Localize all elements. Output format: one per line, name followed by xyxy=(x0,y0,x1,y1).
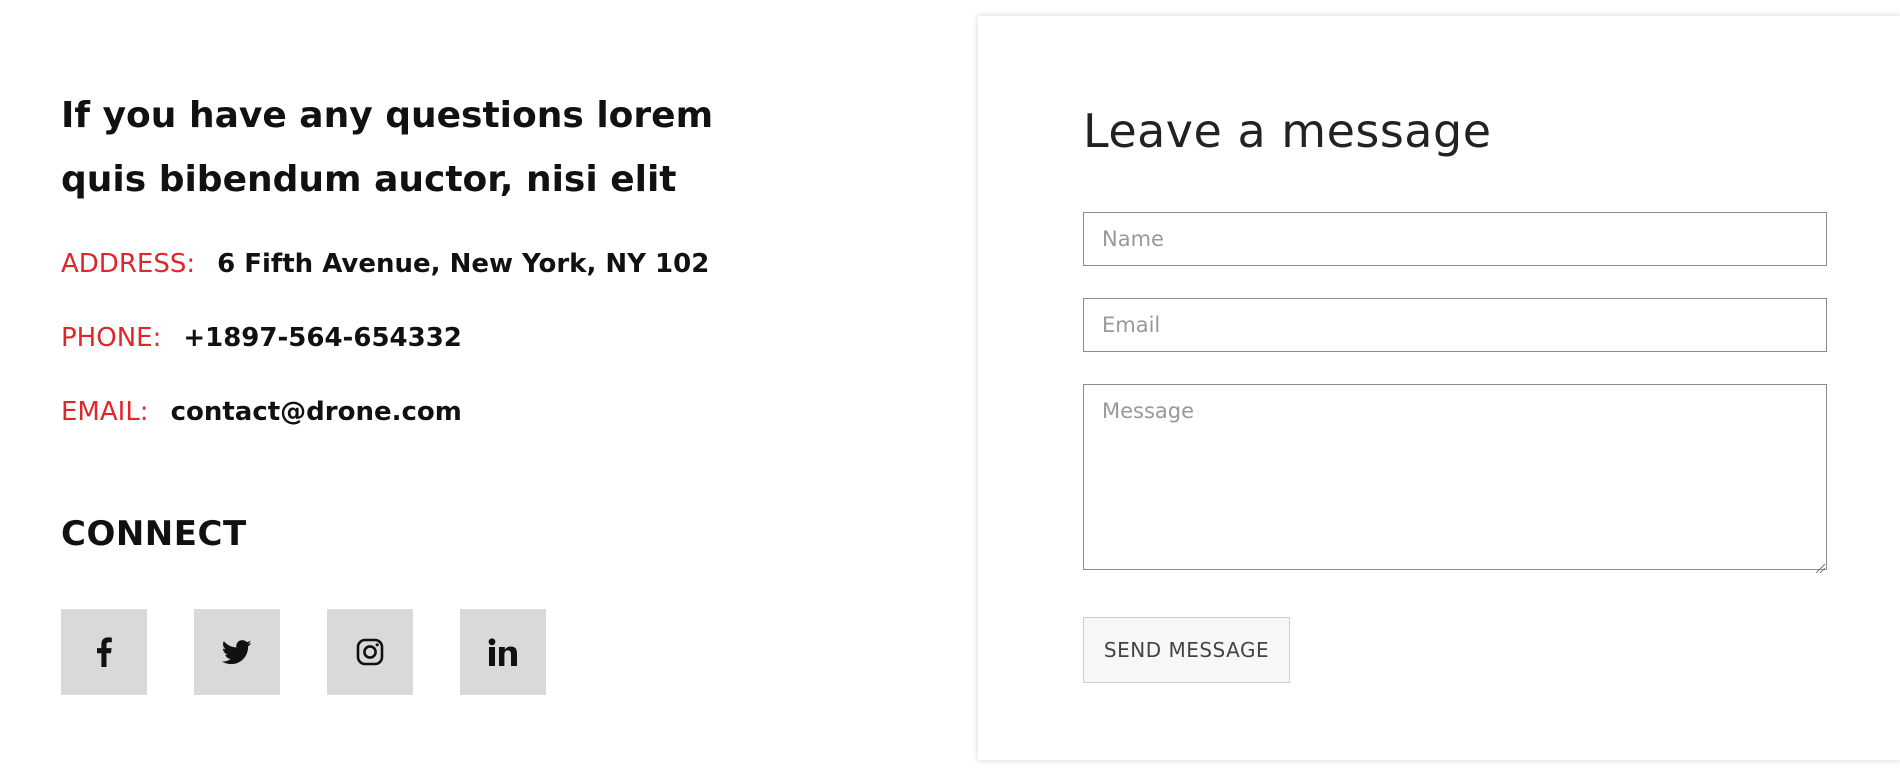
phone-row: PHONE: +1897-564-654332 xyxy=(61,318,462,358)
address-row: ADDRESS: 6 Fifth Avenue, New York, NY 10… xyxy=(61,244,709,284)
contact-headline: If you have any questions lorem quis bib… xyxy=(61,95,714,200)
email-row: EMAIL: contact@drone.com xyxy=(61,392,462,432)
contact-info-column: If you have any questions lorem quis bib… xyxy=(61,84,821,695)
message-textarea[interactable] xyxy=(1083,384,1827,570)
email-label: EMAIL: xyxy=(61,397,149,427)
email-value: contact@drone.com xyxy=(170,397,462,427)
contact-section: If you have any questions lorem quis bib… xyxy=(0,0,1900,768)
twitter-icon xyxy=(222,639,252,665)
connect-title: CONNECT xyxy=(61,514,247,554)
instagram-button[interactable] xyxy=(327,609,413,695)
twitter-button[interactable] xyxy=(194,609,280,695)
linkedin-button[interactable] xyxy=(460,609,546,695)
resize-grip-icon[interactable] xyxy=(1815,558,1826,574)
name-input[interactable] xyxy=(1083,212,1827,266)
address-value: 6 Fifth Avenue, New York, NY 102 xyxy=(217,249,710,279)
social-links xyxy=(61,609,546,695)
facebook-icon xyxy=(96,637,112,667)
instagram-icon xyxy=(356,638,384,666)
address-label: ADDRESS: xyxy=(61,249,196,279)
phone-label: PHONE: xyxy=(61,323,162,353)
phone-value: +1897-564-654332 xyxy=(183,323,462,353)
linkedin-icon xyxy=(488,638,518,666)
form-title: Leave a message xyxy=(1083,104,1492,158)
send-message-button[interactable]: SEND MESSAGE xyxy=(1083,617,1290,683)
facebook-button[interactable] xyxy=(61,609,147,695)
message-form-card: Leave a message SEND MESSAGE xyxy=(978,16,1900,760)
email-input[interactable] xyxy=(1083,298,1827,352)
